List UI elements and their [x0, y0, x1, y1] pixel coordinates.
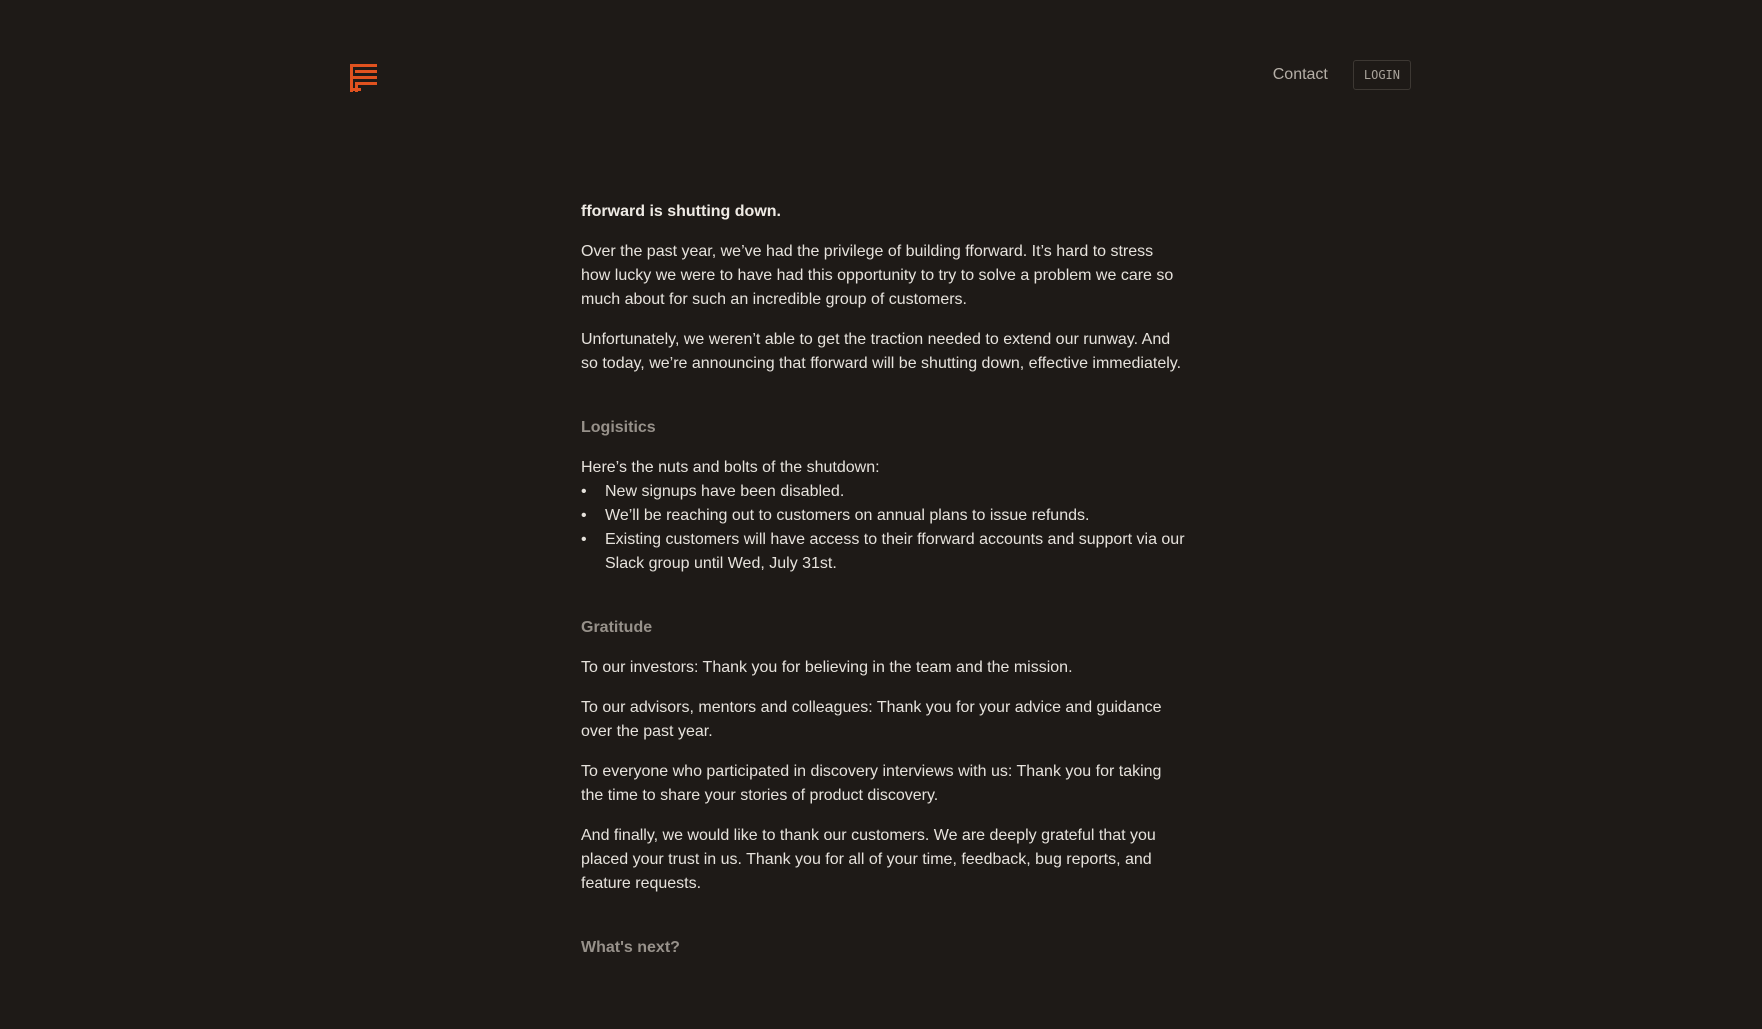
gratitude-paragraph: To our investors: Thank you for believin…: [581, 659, 1073, 676]
gratitude-paragraph: To everyone who participated in discover…: [581, 763, 1162, 804]
logistics-heading: Logisitics: [581, 419, 656, 436]
article: fforward is shutting down. Over the past…: [581, 200, 1186, 976]
intro-paragraph: Unfortunately, we weren’t able to get th…: [581, 331, 1182, 372]
whats-next-heading: What's next?: [581, 939, 680, 956]
logistics-list: New signups have been disabled. We’ll be…: [581, 480, 1186, 576]
gratitude-paragraph: And finally, we would like to thank our …: [581, 827, 1156, 892]
intro-paragraph: Over the past year, we’ve had the privil…: [581, 243, 1174, 308]
gratitude-heading: Gratitude: [581, 619, 653, 636]
list-item: New signups have been disabled.: [581, 480, 1186, 504]
login-button[interactable]: LOGIN: [1352, 59, 1411, 90]
gratitude-paragraph: To our advisors, mentors and colleagues:…: [581, 699, 1162, 740]
fforward-logo-icon[interactable]: [350, 64, 377, 92]
list-item: We’ll be reaching out to customers on an…: [581, 504, 1186, 528]
list-item: Existing customers will have access to t…: [581, 528, 1186, 576]
contact-link[interactable]: Contact: [1273, 66, 1328, 84]
logistics-intro: Here’s the nuts and bolts of the shutdow…: [581, 459, 880, 476]
article-headline: fforward is shutting down.: [581, 203, 781, 220]
top-nav: Contact LOGIN: [1273, 59, 1411, 90]
